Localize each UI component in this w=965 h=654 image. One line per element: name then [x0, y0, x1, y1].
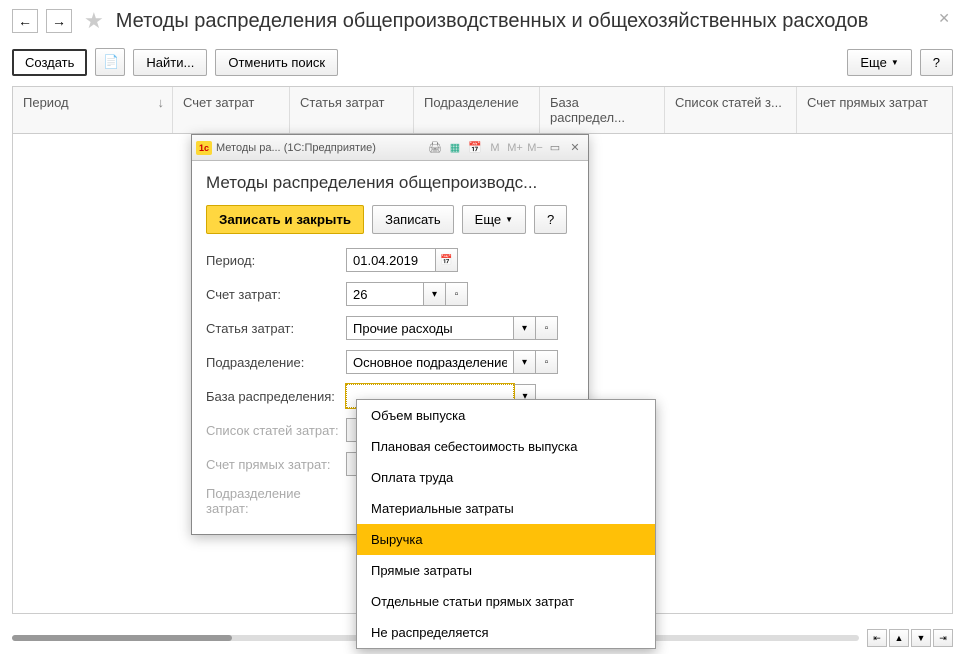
- scroll-first-button[interactable]: ⇤: [867, 629, 887, 647]
- list-label: Список статей затрат:: [206, 423, 346, 438]
- article-open-icon[interactable]: ▫: [536, 316, 558, 340]
- account-open-icon[interactable]: ▫: [446, 282, 468, 306]
- dept-dropdown-icon[interactable]: ▾: [514, 350, 536, 374]
- dropdown-item[interactable]: Отдельные статьи прямых затрат: [357, 586, 655, 617]
- col-list[interactable]: Список статей з...: [665, 87, 797, 133]
- close-dialog-icon[interactable]: ✕: [566, 139, 584, 157]
- grid-icon[interactable]: ▦: [446, 139, 464, 157]
- app-logo-icon: 1c: [196, 141, 212, 155]
- dropdown-item[interactable]: Не распределяется: [357, 617, 655, 648]
- col-base[interactable]: База распредел...: [540, 87, 665, 133]
- col-period[interactable]: Период↓: [13, 87, 173, 133]
- dialog-titlebar[interactable]: 1c Методы ра... (1С:Предприятие) 🖨 ▦ 📅 M…: [192, 135, 588, 161]
- dialog-titlebar-text: Методы ра... (1С:Предприятие): [216, 142, 376, 154]
- dropdown-item-selected[interactable]: Выручка: [357, 524, 655, 555]
- direct-acc-label: Счет прямых затрат:: [206, 457, 346, 472]
- print-icon[interactable]: 🖨: [426, 139, 444, 157]
- account-input[interactable]: [346, 282, 424, 306]
- close-icon[interactable]: ✕: [938, 10, 950, 27]
- dialog-more-button[interactable]: Еще▼: [462, 205, 526, 234]
- more-button[interactable]: Еще▼: [847, 49, 911, 76]
- copy-icon-button[interactable]: 📄: [95, 48, 125, 76]
- scroll-last-button[interactable]: ⇥: [933, 629, 953, 647]
- article-label: Статья затрат:: [206, 321, 346, 336]
- article-input[interactable]: [346, 316, 514, 340]
- article-dropdown-icon[interactable]: ▾: [514, 316, 536, 340]
- scroll-up-button[interactable]: ▲: [889, 629, 909, 647]
- m-minus-icon[interactable]: M−: [526, 139, 544, 157]
- favorite-star-icon[interactable]: ★: [84, 8, 104, 34]
- save-and-close-button[interactable]: Записать и закрыть: [206, 205, 364, 234]
- save-button[interactable]: Записать: [372, 205, 454, 234]
- cancel-search-button[interactable]: Отменить поиск: [215, 49, 338, 76]
- col-direct[interactable]: Счет прямых затрат: [797, 87, 952, 133]
- dropdown-item[interactable]: Объем выпуска: [357, 400, 655, 431]
- col-dept[interactable]: Подразделение: [414, 87, 540, 133]
- dept-open-icon[interactable]: ▫: [536, 350, 558, 374]
- minimize-icon[interactable]: ▭: [546, 139, 564, 157]
- account-dropdown-icon[interactable]: ▾: [424, 282, 446, 306]
- page-title: Методы распределения общепроизводственны…: [116, 10, 869, 33]
- col-account[interactable]: Счет затрат: [173, 87, 290, 133]
- nav-forward-button[interactable]: →: [46, 9, 72, 33]
- scroll-down-button[interactable]: ▼: [911, 629, 931, 647]
- dept-cost-label: Подразделение затрат:: [206, 486, 346, 516]
- account-label: Счет затрат:: [206, 287, 346, 302]
- nav-back-button[interactable]: ←: [12, 9, 38, 33]
- base-label: База распределения:: [206, 389, 346, 404]
- dept-label: Подразделение:: [206, 355, 346, 370]
- period-input[interactable]: [346, 248, 436, 272]
- calendar-icon[interactable]: 📅: [466, 139, 484, 157]
- calendar-picker-icon[interactable]: 📅: [436, 248, 458, 272]
- period-label: Период:: [206, 253, 346, 268]
- dropdown-item[interactable]: Материальные затраты: [357, 493, 655, 524]
- m-plus-icon[interactable]: M+: [506, 139, 524, 157]
- dialog-help-button[interactable]: ?: [534, 205, 567, 234]
- dropdown-item[interactable]: Оплата труда: [357, 462, 655, 493]
- find-button[interactable]: Найти...: [133, 49, 207, 76]
- m-icon[interactable]: M: [486, 139, 504, 157]
- base-dropdown-list: Объем выпуска Плановая себестоимость вып…: [356, 399, 656, 649]
- dialog-title: Методы распределения общепроизводс...: [206, 173, 574, 193]
- create-button[interactable]: Создать: [12, 49, 87, 76]
- dropdown-item[interactable]: Прямые затраты: [357, 555, 655, 586]
- sort-arrow-icon: ↓: [158, 95, 165, 110]
- dropdown-item[interactable]: Плановая себестоимость выпуска: [357, 431, 655, 462]
- col-article[interactable]: Статья затрат: [290, 87, 414, 133]
- table-header: Период↓ Счет затрат Статья затрат Подраз…: [12, 86, 953, 134]
- help-button[interactable]: ?: [920, 49, 953, 76]
- dept-input[interactable]: [346, 350, 514, 374]
